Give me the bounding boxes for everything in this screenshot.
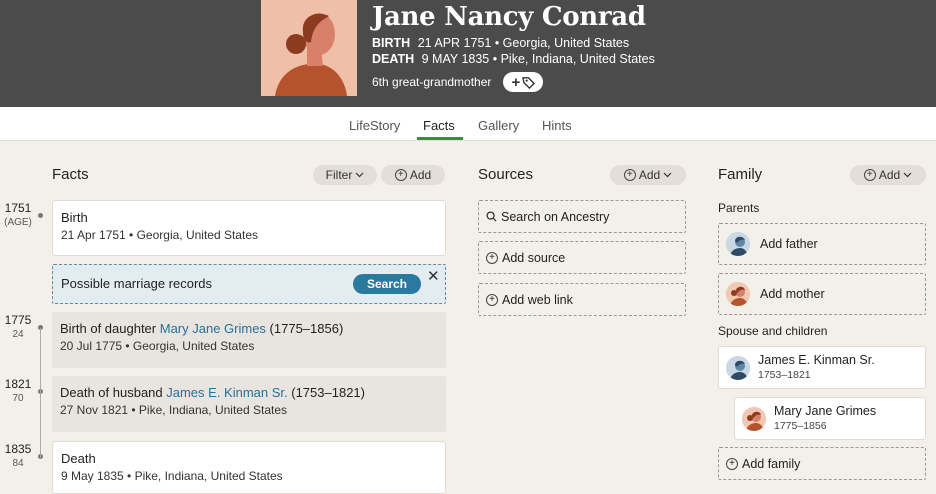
fact-death-card[interactable]: Death 9 May 1835 • Pike, Indiana, United… <box>52 441 446 494</box>
death-label: DEATH <box>372 52 415 66</box>
add-father-button[interactable]: Add father <box>718 223 926 265</box>
tag-plus: + <box>511 73 521 91</box>
timeline-age: (AGE) <box>4 217 32 228</box>
timeline-age: 24 <box>12 329 24 340</box>
birth-summary: BIRTH 21 APR 1751 • Georgia, United Stat… <box>372 36 629 50</box>
hint-text: Possible marriage records <box>61 276 213 291</box>
female-portrait-icon[interactable] <box>261 0 357 96</box>
facts-title: Facts <box>52 166 89 183</box>
profile-tabs: LifeStory Facts Gallery Hints <box>0 107 936 141</box>
search-button[interactable]: Search <box>353 274 421 294</box>
tab-hints[interactable]: Hints <box>542 118 572 133</box>
child-card[interactable]: Mary Jane Grimes 1775–1856 <box>734 397 926 440</box>
tab-gallery[interactable]: Gallery <box>478 118 519 133</box>
add-fact-label: Add <box>409 168 432 182</box>
child-years: 1775–1856 <box>774 420 827 432</box>
add-family-menu-button[interactable]: + Add <box>850 165 926 185</box>
add-family-label: Add family <box>742 456 801 471</box>
timeline-line <box>40 328 41 458</box>
male-avatar-icon <box>726 232 750 256</box>
chevron-down-icon <box>355 172 364 178</box>
add-tag-button[interactable]: + <box>503 72 544 92</box>
spouse-years: 1753–1821 <box>758 369 811 381</box>
relationship-row: 6th great-grandmother + <box>372 72 544 92</box>
timeline-year: 1775 <box>4 313 32 327</box>
profile-name: Jane Nancy Conrad <box>372 2 646 32</box>
death-value: 9 MAY 1835 • Pike, Indiana, United State… <box>421 52 655 66</box>
spouse-card[interactable]: James E. Kinman Sr. 1753–1821 <box>718 346 926 389</box>
birth-label: BIRTH <box>372 36 411 50</box>
add-circle-icon: + <box>623 169 636 181</box>
search-on-ancestry-button[interactable]: Search on Ancestry <box>478 200 686 233</box>
active-tab-indicator <box>417 137 463 140</box>
add-source-button[interactable]: + Add source <box>478 241 686 274</box>
child-name: Mary Jane Grimes <box>774 404 877 418</box>
tag-icon <box>522 76 536 89</box>
timeline-year: 1835 <box>4 442 32 456</box>
sources-title: Sources <box>478 166 534 183</box>
male-avatar-icon <box>726 356 750 380</box>
add-mother-label: Add mother <box>760 287 825 301</box>
timeline-year: 1821 <box>4 377 32 391</box>
person-link[interactable]: Mary Jane Grimes <box>160 321 266 336</box>
fact-title: Death <box>61 451 96 466</box>
fact-husband-death-card[interactable]: Death of husband James E. Kinman Sr. (17… <box>52 376 446 432</box>
fact-title: Birth of daughter Mary Jane Grimes (1775… <box>60 321 438 336</box>
death-summary: DEATH 9 MAY 1835 • Pike, Indiana, United… <box>372 52 655 66</box>
search-ancestry-label: Search on Ancestry <box>501 209 610 224</box>
fact-detail: 27 Nov 1821 • Pike, Indiana, United Stat… <box>60 403 288 417</box>
fact-title: Death of husband James E. Kinman Sr. (17… <box>60 385 438 400</box>
add-web-link-label: Add web link <box>502 292 573 307</box>
fact-suffix: (1775–1856) <box>265 321 344 336</box>
add-label: Add <box>638 168 661 182</box>
add-family-button[interactable]: + Add family <box>718 447 926 480</box>
fact-daughter-birth-card[interactable]: Birth of daughter Mary Jane Grimes (1775… <box>52 312 446 368</box>
fact-birth-card[interactable]: Birth 21 Apr 1751 • Georgia, United Stat… <box>52 200 446 256</box>
timeline-age: 84 <box>12 458 24 469</box>
family-title: Family <box>718 166 763 183</box>
add-circle-icon: + <box>863 169 876 181</box>
timeline-age: 70 <box>12 393 24 404</box>
tab-facts[interactable]: Facts <box>423 118 455 133</box>
fact-prefix: Birth of daughter <box>60 321 160 336</box>
person-link[interactable]: James E. Kinman Sr. <box>166 385 287 400</box>
tab-lifestory[interactable]: LifeStory <box>349 118 400 133</box>
filter-label: Filter <box>325 168 353 182</box>
chevron-down-icon <box>663 172 672 178</box>
add-fact-button[interactable]: + Add <box>381 165 445 185</box>
add-circle-icon: + <box>486 251 498 264</box>
filter-button[interactable]: Filter <box>313 165 377 185</box>
fact-title: Birth <box>61 210 88 225</box>
fact-detail: 21 Apr 1751 • Georgia, United States <box>61 228 258 242</box>
spouse-name: James E. Kinman Sr. <box>758 353 875 367</box>
add-circle-icon: + <box>394 169 407 181</box>
fact-detail: 20 Jul 1775 • Georgia, United States <box>60 339 255 353</box>
female-avatar-icon <box>742 407 766 431</box>
female-avatar-icon <box>726 282 750 306</box>
marriage-hint-banner: Possible marriage records Search ✕ <box>52 264 446 304</box>
add-label: Add <box>878 168 901 182</box>
fact-prefix: Death of husband <box>60 385 167 400</box>
close-icon[interactable]: ✕ <box>427 267 440 285</box>
add-circle-icon: + <box>486 293 498 306</box>
chevron-down-icon <box>903 172 912 178</box>
add-source-menu-button[interactable]: + Add <box>610 165 686 185</box>
fact-detail: 9 May 1835 • Pike, Indiana, United State… <box>61 469 283 483</box>
parents-label: Parents <box>718 201 760 215</box>
timeline-dot <box>38 213 43 218</box>
search-icon <box>486 211 497 222</box>
add-web-link-button[interactable]: + Add web link <box>478 283 686 316</box>
timeline-year: 1751 <box>4 201 32 215</box>
relationship-text[interactable]: 6th great-grandmother <box>372 75 491 89</box>
add-circle-icon: + <box>726 457 738 470</box>
add-mother-button[interactable]: Add mother <box>718 273 926 315</box>
birth-value: 21 APR 1751 • Georgia, United States <box>417 36 630 50</box>
add-father-label: Add father <box>760 237 818 251</box>
add-source-label: Add source <box>502 250 566 265</box>
spouse-children-label: Spouse and children <box>718 324 828 338</box>
fact-suffix: (1753–1821) <box>287 385 365 400</box>
profile-header: Jane Nancy Conrad BIRTH 21 APR 1751 • Ge… <box>0 0 936 107</box>
